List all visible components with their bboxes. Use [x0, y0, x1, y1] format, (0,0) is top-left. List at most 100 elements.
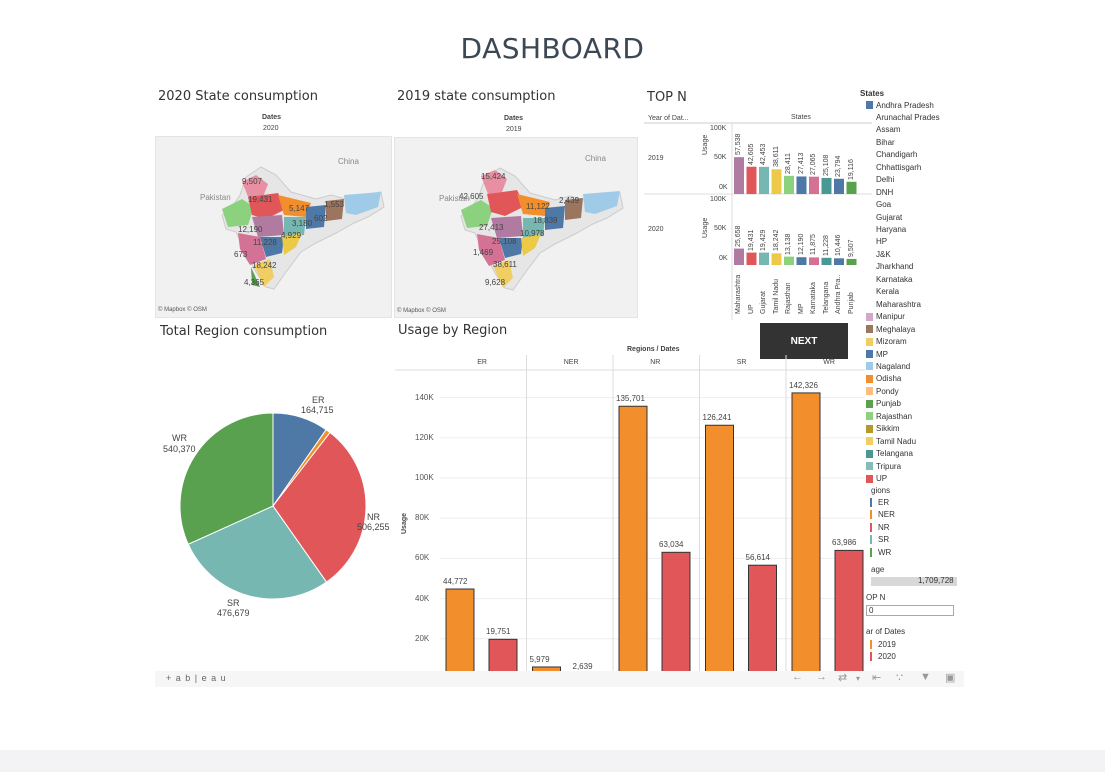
legend-state-item[interactable]: Bihar: [866, 136, 895, 148]
undo-icon[interactable]: ←: [792, 671, 803, 683]
usage-bar[interactable]: [618, 405, 648, 671]
map-2019-value: 15,424: [481, 172, 506, 181]
map-2020-credit: © Mapbox © OSM: [158, 307, 207, 313]
legend-state-item[interactable]: Rajasthan: [866, 410, 912, 422]
top-n-bar[interactable]: [759, 166, 769, 194]
top-n-category-label: Rajasthan: [785, 282, 792, 314]
redo-icon[interactable]: →: [816, 671, 827, 683]
first-page-icon[interactable]: ⇤: [872, 671, 881, 684]
legend-state-item[interactable]: Goa: [866, 199, 891, 211]
top-n-bar[interactable]: [759, 252, 769, 265]
legend-state-item[interactable]: Arunachal Prades: [866, 111, 940, 123]
legend-state-item[interactable]: HP: [866, 236, 887, 248]
usage-y-tick: 40K: [415, 593, 430, 603]
top-n-category-label: Andhra Pra..: [835, 274, 842, 314]
legend-state-item[interactable]: Jharkhand: [866, 261, 913, 273]
top-n-bar[interactable]: [784, 175, 794, 194]
legend-item-label: NER: [878, 510, 895, 519]
top-n-bar[interactable]: [771, 253, 782, 265]
top-n-bar-label: 27,065: [810, 153, 817, 175]
legend-dates-title: ar of Dates: [866, 627, 906, 636]
chevron-down-icon[interactable]: ▾: [856, 674, 860, 683]
top-n-bar[interactable]: [734, 157, 744, 194]
legend-state-label: Arunachal Prades: [876, 112, 940, 122]
usage-bar[interactable]: [445, 588, 475, 671]
map-2020-value: 4,365: [244, 278, 265, 287]
usage-bar[interactable]: [834, 549, 864, 671]
legend-item[interactable]: 2020: [870, 651, 896, 663]
top-n-bar[interactable]: [846, 181, 857, 194]
top-n-bar[interactable]: [746, 252, 757, 265]
usage-bar[interactable]: [791, 392, 821, 671]
legend-item[interactable]: ER: [870, 496, 889, 508]
legend-state-item[interactable]: Chandigarh: [866, 149, 917, 161]
legend-state-item[interactable]: Haryana: [866, 224, 906, 236]
top-n-bar[interactable]: [771, 169, 782, 194]
revert-icon[interactable]: ⇄: [838, 671, 847, 684]
legend-state-item[interactable]: Delhi: [866, 174, 894, 186]
top-n-bar-label: 18,242: [772, 229, 780, 252]
top-n-bar[interactable]: [796, 257, 807, 265]
legend-state-item[interactable]: Mizoram: [866, 336, 907, 348]
legend-item[interactable]: NR: [870, 521, 890, 533]
legend-state-item[interactable]: Manipur: [866, 311, 905, 323]
legend-state-item[interactable]: DNH: [866, 186, 893, 198]
map-2020[interactable]: 9,507 19,431 5,147 1,553 602 3,180 4,929…: [155, 136, 392, 318]
usage-bar[interactable]: [488, 638, 518, 671]
legend-state-item[interactable]: Punjab: [866, 398, 901, 410]
legend-state-item[interactable]: Odisha: [866, 373, 901, 385]
legend-state-item[interactable]: Pondy: [866, 385, 899, 397]
legend-state-item[interactable]: Telangana: [866, 448, 913, 460]
legend-state-item[interactable]: Karnataka: [866, 273, 912, 285]
legend-state-item[interactable]: UP: [866, 473, 887, 485]
usage-bar-label: 19,751: [486, 627, 511, 637]
legend-state-item[interactable]: Meghalaya: [866, 323, 915, 335]
top-n-bar[interactable]: [734, 248, 744, 265]
top-n-bar-label: 57,538: [735, 133, 742, 156]
usage-bar[interactable]: [748, 564, 777, 671]
share-icon[interactable]: ∵: [896, 671, 903, 684]
usage-bar[interactable]: [705, 424, 734, 671]
legend-item[interactable]: SR: [870, 534, 889, 546]
top-n-bar[interactable]: [834, 258, 844, 265]
legend-state-item[interactable]: Nagaland: [866, 360, 910, 372]
usage-bar-label: 5,979: [529, 654, 550, 664]
legend-state-label: UP: [876, 474, 888, 483]
legend-state-item[interactable]: Gujarat: [866, 211, 902, 223]
legend-state-item[interactable]: Tamil Nadu: [866, 435, 916, 447]
legend-item-label: 2020: [878, 652, 896, 661]
usage-region-label: NR: [650, 359, 661, 366]
legend-state-item[interactable]: Andhra Pradesh: [866, 99, 934, 111]
top-n-bar[interactable]: [821, 257, 832, 265]
legend-state-item[interactable]: Chhattisgarh: [866, 161, 921, 173]
legend-state-item[interactable]: J&K: [866, 248, 891, 260]
top-n-bar[interactable]: [784, 256, 794, 265]
top-n-bar[interactable]: [846, 258, 857, 265]
legend-item[interactable]: NER: [870, 509, 895, 521]
legend-state-item[interactable]: Kerala: [866, 286, 899, 298]
legend-item[interactable]: WR: [870, 546, 891, 558]
legend-state-item[interactable]: Maharashtra: [866, 298, 921, 310]
top-n-bar[interactable]: [834, 178, 844, 194]
map-2019[interactable]: 15,424 42,605 11,122 2,439 18,839 27,413…: [394, 137, 638, 318]
top-n-bar[interactable]: [796, 176, 807, 194]
fullscreen-icon[interactable]: ▣: [945, 671, 955, 684]
legend-state-item[interactable]: MP: [866, 348, 888, 360]
download-icon[interactable]: ▼: [920, 671, 931, 683]
legend-state-item[interactable]: Assam: [866, 124, 900, 136]
top-n-bar[interactable]: [821, 177, 832, 194]
next-button[interactable]: NEXT: [760, 323, 848, 359]
legend-state-item[interactable]: Tripura: [866, 460, 901, 472]
top-n-bar[interactable]: [746, 166, 757, 194]
legend-state-item[interactable]: Sikkim: [866, 423, 900, 435]
map-2019-value: 10,978: [520, 229, 545, 238]
legend-swatch: [866, 101, 873, 109]
top-n-bar[interactable]: [809, 176, 819, 194]
topn-param-input[interactable]: 0: [866, 605, 954, 616]
map-2020-value: 3,180: [292, 219, 313, 228]
top-n-bar[interactable]: [809, 257, 819, 265]
usage-bar[interactable]: [661, 551, 691, 671]
legend-swatch: [870, 510, 872, 519]
legend-item[interactable]: 2019: [870, 638, 896, 650]
usage-bar-label: 44,772: [443, 577, 468, 586]
